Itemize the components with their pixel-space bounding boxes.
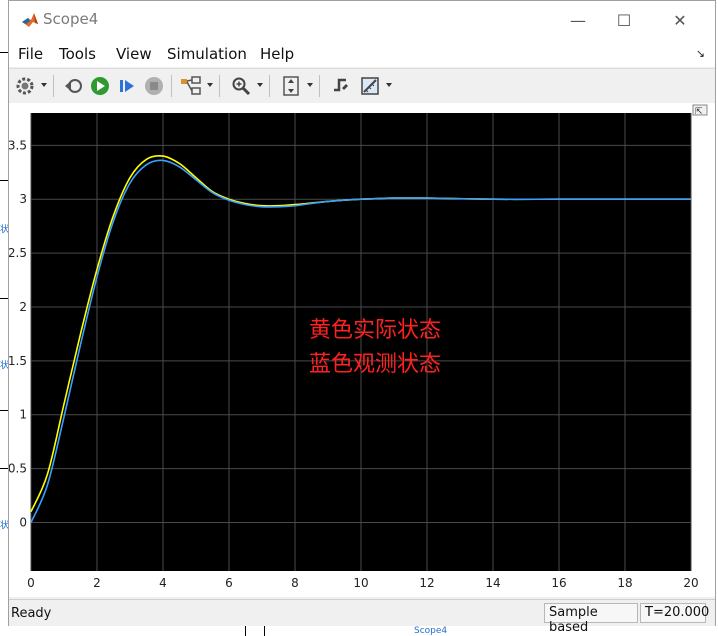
background-connector (264, 626, 265, 636)
legend-annotation-blue: 蓝色观测状态 (309, 352, 441, 377)
title-bar[interactable]: Scope4 — ☐ ✕ (9, 1, 715, 39)
background-connector (0, 410, 8, 411)
y-tick-label: 1.5 (9, 354, 27, 368)
highlight-dropdown-caret[interactable] (207, 83, 213, 87)
minimize-button[interactable]: — (555, 1, 601, 39)
x-tick-label: 4 (159, 576, 167, 590)
window-title: Scope4 (43, 10, 99, 28)
autoscale-icon[interactable] (279, 74, 303, 98)
y-tick-label: 0 (19, 516, 27, 530)
toolbar (9, 68, 715, 104)
highlight-model-icon[interactable] (179, 74, 203, 98)
maximize-button[interactable]: ☐ (601, 1, 647, 39)
plot-area: 0 2 4 6 8 10 12 14 16 18 20 0 0.5 1 1.5 2 2.5 3 3.5 黄色实际状态… (9, 103, 715, 597)
x-tick-label: 18 (617, 576, 632, 590)
step-forward-icon[interactable] (115, 74, 139, 98)
legend-annotation-yellow: 黄色实际状态 (309, 318, 441, 343)
menu-file[interactable]: File (18, 45, 43, 63)
run-icon[interactable] (88, 74, 112, 98)
x-tick-label: 20 (683, 576, 698, 590)
scope-plot-svg: 0 2 4 6 8 10 12 14 16 18 20 0 0.5 1 1.5 2 2.5 3 3.5 黄色实际状态… (9, 104, 708, 590)
background-connector (245, 626, 246, 636)
y-tick-label: 3.5 (9, 138, 27, 152)
x-tick-label: 14 (485, 576, 500, 590)
status-ready-text: Ready (11, 606, 52, 621)
gear-dropdown-caret[interactable] (41, 83, 47, 87)
menu-tools[interactable]: Tools (59, 45, 96, 63)
menu-simulation[interactable]: Simulation (167, 45, 247, 63)
menu-bar: File Tools View Simulation Help ↘ (9, 39, 715, 67)
background-footer-label: Scope4 (414, 626, 448, 636)
close-button[interactable]: ✕ (657, 1, 703, 39)
undock-icon: ⇱ (695, 107, 703, 117)
x-tick-label: 12 (419, 576, 434, 590)
zoom-icon[interactable] (229, 74, 253, 98)
x-tick-label: 6 (225, 576, 233, 590)
status-bar: Ready Sample based T=20.000 (9, 599, 715, 635)
background-connector (0, 298, 8, 299)
matlab-logo-icon (22, 13, 38, 27)
background-connector (0, 52, 8, 53)
zoom-dropdown-caret[interactable] (257, 83, 263, 87)
toolbar-separator (219, 75, 220, 97)
dock-arrow-icon[interactable]: ↘ (696, 47, 705, 60)
x-tick-label: 2 (93, 576, 101, 590)
scope-window: Scope4 — ☐ ✕ File Tools View Simulation … (8, 0, 716, 635)
simulation-time-indicator: T=20.000 (640, 603, 709, 623)
x-tick-label: 0 (27, 576, 35, 590)
background-connector (0, 468, 8, 469)
y-tick-label: 3 (19, 192, 27, 206)
measurements-icon[interactable] (358, 74, 382, 98)
x-tick-label: 8 (291, 576, 299, 590)
toolbar-separator (269, 75, 270, 97)
toolbar-separator (319, 75, 320, 97)
step-back-icon[interactable] (61, 74, 85, 98)
menu-help[interactable]: Help (260, 45, 294, 63)
y-tick-label: 1 (19, 408, 27, 422)
measurements-dropdown-caret[interactable] (386, 83, 392, 87)
y-tick-label: 2 (19, 300, 27, 314)
triggers-icon[interactable] (329, 74, 353, 98)
autoscale-dropdown-caret[interactable] (307, 83, 313, 87)
toolbar-separator (171, 75, 172, 97)
x-tick-label: 10 (353, 576, 368, 590)
sample-mode-indicator: Sample based (544, 603, 638, 635)
background-connector (0, 180, 8, 181)
toolbar-separator (53, 75, 54, 97)
stop-icon[interactable] (142, 74, 166, 98)
y-tick-label: 2.5 (9, 246, 27, 260)
gear-icon[interactable] (13, 74, 37, 98)
menu-view[interactable]: View (116, 45, 152, 63)
y-tick-label: 0.5 (9, 462, 27, 476)
x-tick-label: 16 (551, 576, 566, 590)
